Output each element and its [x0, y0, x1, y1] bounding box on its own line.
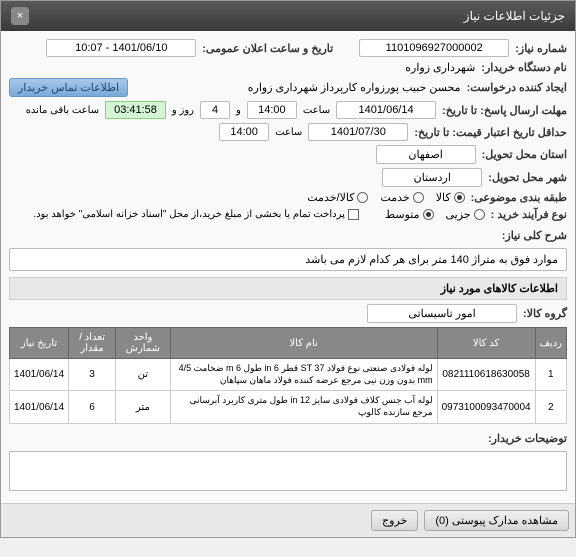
- buyer-label: نام دستگاه خریدار:: [481, 61, 567, 74]
- deadline-date: 1401/06/14: [336, 101, 436, 119]
- row-category: طبقه بندی موضوعی: کالا خدمت کالا/خدمت: [9, 191, 567, 204]
- col-name: نام کالا: [170, 328, 437, 359]
- row-need-no: شماره نیاز: 1101096927000002 تاریخ و ساع…: [9, 39, 567, 57]
- announce-label: تاریخ و ساعت اعلان عمومی:: [202, 42, 333, 55]
- validity-date: 1401/07/30: [308, 123, 408, 141]
- payment-note: پرداخت تمام یا بخشی از مبلغ خرید،از محل …: [33, 209, 345, 220]
- contact-info-button[interactable]: اطلاعات تماس خریدار: [9, 78, 128, 97]
- requester-label: ایجاد کننده درخواست:: [467, 81, 567, 94]
- radio-icon: [474, 209, 485, 220]
- col-qty: تعداد / مقدار: [69, 328, 116, 359]
- time-label-2: ساعت: [275, 127, 302, 138]
- notes-label: توضیحات خریدار:: [488, 432, 567, 445]
- radio-goods[interactable]: کالا: [436, 191, 465, 204]
- window-title: جزئیات اطلاعات نیاز: [464, 9, 565, 23]
- attachments-button[interactable]: مشاهده مدارک پیوستی (0): [424, 510, 569, 531]
- need-no-label: شماره نیاز:: [515, 42, 567, 55]
- deadline-time: 14:00: [247, 101, 297, 119]
- cell-date: 1401/06/14: [10, 391, 69, 423]
- desc-label: شرح کلی نیاز:: [502, 229, 567, 242]
- row-process: نوع فرآیند خرید : جزیی متوسط پرداخت تمام…: [9, 208, 567, 221]
- day-label: روز و: [172, 105, 194, 116]
- table-header-row: ردیف کد کالا نام کالا واحد شمارش تعداد /…: [10, 328, 567, 359]
- validity-label: حداقل تاریخ اعتبار قیمت: تا تاریخ:: [414, 126, 567, 139]
- group-label: گروه کالا:: [523, 307, 567, 320]
- row-requester: ایجاد کننده درخواست: محسن حبیب پورزواره …: [9, 78, 567, 97]
- radio-icon: [413, 192, 424, 203]
- group-value: امور تاسیساتی: [367, 304, 517, 323]
- time-label-1: ساعت: [303, 105, 330, 116]
- cell-name: لوله فولادی صنعتی نوع فولاد ST 37 قطر 6 …: [170, 359, 437, 391]
- category-label: طبقه بندی موضوعی:: [471, 191, 567, 204]
- cell-idx: 2: [535, 391, 566, 423]
- col-row: ردیف: [535, 328, 566, 359]
- cell-idx: 1: [535, 359, 566, 391]
- row-notes: توضیحات خریدار:: [9, 432, 567, 491]
- row-buyer: نام دستگاه خریدار: شهرداری زواره: [9, 61, 567, 74]
- footer: مشاهده مدارک پیوستی (0) خروج: [1, 503, 575, 537]
- col-date: تاریخ نیاز: [10, 328, 69, 359]
- dialog-window: جزئیات اطلاعات نیاز × شماره نیاز: 110109…: [0, 0, 576, 538]
- radio-medium[interactable]: متوسط: [385, 208, 434, 221]
- goods-table: ردیف کد کالا نام کالا واحد شمارش تعداد /…: [9, 327, 567, 424]
- titlebar: جزئیات اطلاعات نیاز ×: [1, 1, 575, 31]
- cell-qty: 6: [69, 391, 116, 423]
- province-label: استان محل تحویل:: [482, 148, 567, 161]
- row-validity: حداقل تاریخ اعتبار قیمت: تا تاریخ: 1401/…: [9, 123, 567, 141]
- table-row: 20973100093470004لوله آب جنس کلاف فولادی…: [10, 391, 567, 423]
- row-group: گروه کالا: امور تاسیساتی: [9, 304, 567, 323]
- deadline-label: مهلت ارسال پاسخ: تا تاریخ:: [442, 104, 567, 117]
- cell-date: 1401/06/14: [10, 359, 69, 391]
- cell-code: 0821110618630058: [437, 359, 535, 391]
- radio-icon: [357, 192, 368, 203]
- category-radio-group: کالا خدمت کالا/خدمت: [307, 191, 464, 204]
- province-value: اصفهان: [376, 145, 476, 164]
- city-value: اردستان: [382, 168, 482, 187]
- exit-button[interactable]: خروج: [371, 510, 418, 531]
- row-deadline: مهلت ارسال پاسخ: تا تاریخ: 1401/06/14 سا…: [9, 101, 567, 119]
- radio-small[interactable]: جزیی: [446, 208, 485, 221]
- cell-code: 0973100093470004: [437, 391, 535, 423]
- countdown-value: 03:41:58: [105, 101, 166, 119]
- process-radio-group: جزیی متوسط: [385, 208, 485, 221]
- row-province: استان محل تحویل: اصفهان: [9, 145, 567, 164]
- city-label: شهر محل تحویل:: [488, 171, 567, 184]
- payment-checkbox-row[interactable]: پرداخت تمام یا بخشی از مبلغ خرید،از محل …: [33, 209, 359, 220]
- notes-textarea[interactable]: [9, 451, 567, 491]
- cell-name: لوله آب جنس کلاف فولادی سایز 12 in طول م…: [170, 391, 437, 423]
- checkbox-icon: [348, 209, 359, 220]
- col-code: کد کالا: [437, 328, 535, 359]
- cell-qty: 3: [69, 359, 116, 391]
- radio-icon: [423, 209, 434, 220]
- row-city: شهر محل تحویل: اردستان: [9, 168, 567, 187]
- radio-icon: [454, 192, 465, 203]
- table-row: 10821110618630058لوله فولادی صنعتی نوع ف…: [10, 359, 567, 391]
- remaining-label: ساعت باقی مانده: [26, 105, 99, 116]
- buyer-value: شهرداری زواره: [405, 61, 475, 74]
- cell-unit: تن: [116, 359, 171, 391]
- need-no-value: 1101096927000002: [359, 39, 509, 57]
- and-label: و: [236, 105, 241, 116]
- validity-time: 14:00: [219, 123, 269, 141]
- col-unit: واحد شمارش: [116, 328, 171, 359]
- content-area: شماره نیاز: 1101096927000002 تاریخ و ساع…: [1, 31, 575, 503]
- cell-unit: متر: [116, 391, 171, 423]
- radio-both[interactable]: کالا/خدمت: [307, 191, 368, 204]
- row-desc: شرح کلی نیاز: موارد فوق به متراژ 140 متر…: [9, 229, 567, 271]
- announce-value: 1401/06/10 - 10:07: [46, 39, 196, 57]
- process-label: نوع فرآیند خرید :: [491, 208, 567, 221]
- radio-service[interactable]: خدمت: [380, 191, 423, 204]
- requester-value: محسن حبیب پورزواره کارپرداز شهرداری زوار…: [248, 81, 461, 94]
- days-value: 4: [200, 101, 230, 119]
- close-icon[interactable]: ×: [11, 7, 29, 25]
- desc-text: موارد فوق به متراژ 140 متر برای هر کدام …: [9, 248, 567, 271]
- goods-section-header: اطلاعات کالاهای مورد نیاز: [9, 277, 567, 300]
